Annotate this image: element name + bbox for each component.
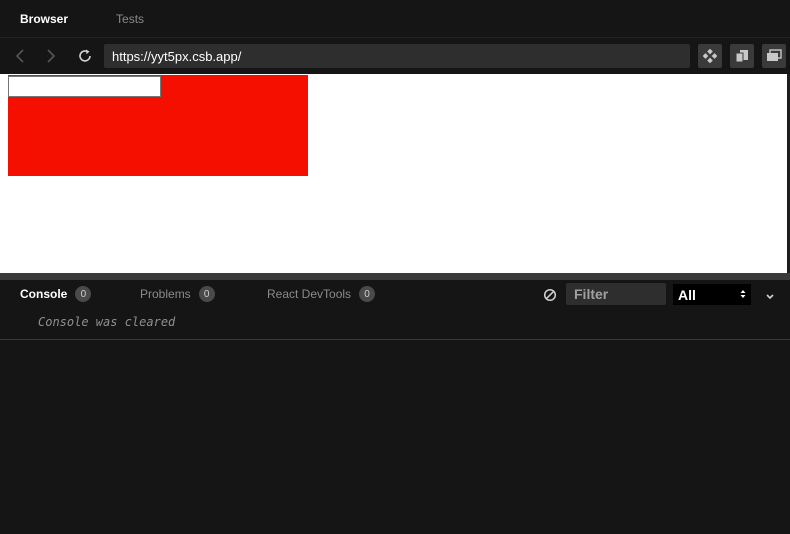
preview-text-input[interactable] (8, 76, 161, 97)
react-devtools-count-badge: 0 (359, 286, 376, 302)
log-level-select[interactable]: All (673, 284, 751, 305)
open-window-icon (767, 49, 782, 61)
tab-console-label: Console (20, 287, 68, 301)
tab-tests[interactable]: Tests (116, 12, 144, 26)
clear-console-button[interactable] (543, 288, 557, 302)
panel-resize-handle[interactable] (0, 273, 790, 280)
open-window-button[interactable] (762, 44, 786, 68)
tab-react-devtools-label: React DevTools (267, 287, 352, 301)
preview-viewport (0, 74, 787, 273)
chevron-right-icon (47, 49, 56, 63)
move-icon (703, 49, 717, 63)
chevron-down-icon (766, 294, 774, 300)
url-input[interactable] (104, 44, 690, 68)
tab-react-devtools[interactable]: React DevTools 0 (267, 286, 376, 302)
tab-problems[interactable]: Problems 0 (140, 286, 215, 302)
copy-window-icon (735, 50, 748, 63)
problems-count-badge: 0 (198, 286, 215, 302)
refresh-icon (79, 49, 91, 62)
copy-window-button[interactable] (730, 44, 754, 68)
chevron-left-icon (15, 49, 24, 63)
tab-browser[interactable]: Browser (20, 12, 68, 26)
tab-console[interactable]: Console 0 (20, 286, 92, 302)
devtools-tab-bar: Console 0 Problems 0 React DevTools 0 Al… (0, 280, 790, 308)
tab-problems-label: Problems (140, 287, 191, 301)
move-button[interactable] (698, 44, 722, 68)
forward-button[interactable] (41, 46, 61, 66)
select-arrows-icon (740, 290, 746, 298)
address-bar-row (0, 38, 790, 74)
console-output-line: Console was cleared (0, 308, 790, 340)
refresh-button[interactable] (75, 46, 95, 66)
console-count-badge: 0 (75, 286, 92, 302)
top-tab-bar: Browser Tests (0, 0, 790, 38)
clear-console-icon (543, 288, 557, 302)
collapse-devtools-button[interactable] (765, 288, 779, 300)
console-message: Console was cleared (38, 315, 176, 329)
filter-input[interactable] (566, 283, 666, 305)
codesandbox-preview-panel: Browser Tests https://yyt5px.csb.app/ Co… (0, 0, 790, 534)
log-level-value: All (678, 286, 696, 303)
back-button[interactable] (10, 46, 30, 66)
